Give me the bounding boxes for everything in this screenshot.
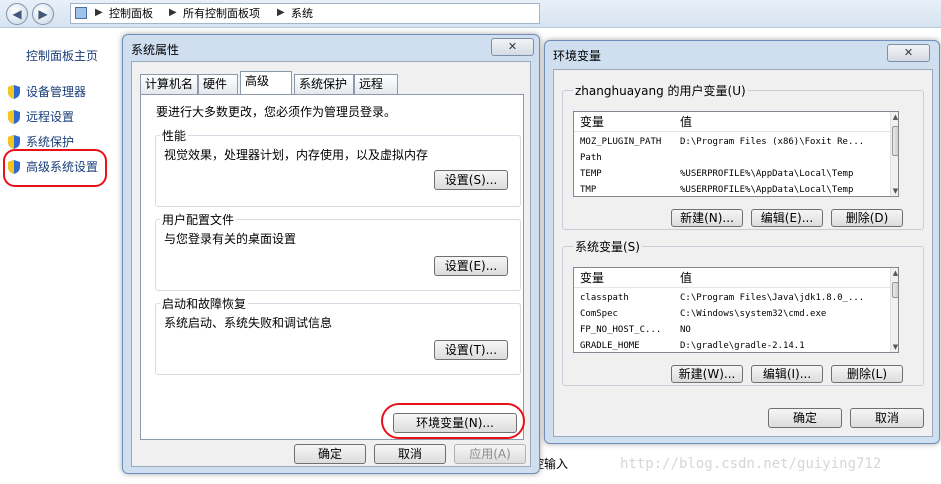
user-vars-list[interactable]: 变量 值 MOZ_PLUGIN_PATH D:\Program Files (x8… <box>573 111 899 197</box>
startup-recovery-title: 启动和故障恢复 <box>160 295 249 312</box>
col-value[interactable]: 值 <box>680 268 692 288</box>
startup-recovery-settings-button[interactable]: 设置(T)... <box>434 340 508 360</box>
table-row[interactable]: FP_NO_HOST_C... NO <box>574 322 890 338</box>
forward-arrow-icon[interactable]: ▶ <box>32 3 54 25</box>
close-button[interactable]: ✕ <box>491 38 534 56</box>
scroll-thumb[interactable] <box>892 126 898 156</box>
breadcrumb-control-panel[interactable]: 控制面板 <box>109 7 153 21</box>
tab-remote[interactable]: 远程 <box>354 74 398 94</box>
system-vars-list[interactable]: 变量 值 classpath C:\Program Files\Java\jdk1… <box>573 267 899 353</box>
performance-group: 性能 视觉效果，处理器计划，内存使用，以及虚拟内存 设置(S)... <box>155 127 521 207</box>
user-vars-scrollbar[interactable]: ▲ ▼ <box>890 112 898 196</box>
system-vars-scrollbar[interactable]: ▲ ▼ <box>890 268 898 352</box>
table-row[interactable]: GRADLE_HOME D:\gradle\gradle-2.14.1 <box>574 338 890 352</box>
scroll-down-icon[interactable]: ▼ <box>891 186 898 196</box>
table-row[interactable]: ComSpec C:\Windows\system32\cmd.exe <box>574 306 890 322</box>
performance-settings-button[interactable]: 设置(S)... <box>434 170 508 190</box>
scroll-up-icon[interactable]: ▲ <box>891 112 898 122</box>
watermark: http://blog.csdn.net/guiying712 <box>620 456 882 472</box>
performance-desc: 视觉效果，处理器计划，内存使用，以及虚拟内存 <box>164 148 429 162</box>
user-profiles-settings-button[interactable]: 设置(E)... <box>434 256 508 276</box>
system-properties-title: 系统属性 <box>131 43 180 57</box>
user-profiles-desc: 与您登录有关的桌面设置 <box>164 232 297 246</box>
system-vars-group: 系统变量(S) 变量 值 classpath C:\Program Files\J… <box>562 238 924 386</box>
user-profiles-group: 用户配置文件 与您登录有关的桌面设置 设置(E)... <box>155 211 521 291</box>
ok-button[interactable]: 确定 <box>294 444 366 464</box>
back-arrow-icon[interactable]: ◀ <box>6 3 28 25</box>
user-vars-title: zhanghuayang 的用户变量(U) <box>573 82 748 99</box>
user-new-button[interactable]: 新建(N)... <box>671 209 743 227</box>
system-protection-link[interactable]: 系统保护 <box>6 133 74 150</box>
col-variable[interactable]: 变量 <box>580 268 604 288</box>
scroll-thumb[interactable] <box>892 282 898 298</box>
shield-icon <box>8 109 20 124</box>
table-row[interactable]: classpath C:\Program Files\Java\jdk1.8.0_… <box>574 290 890 306</box>
env-vars-client: zhanghuayang 的用户变量(U) 变量 值 MOZ_PLUGIN_PA… <box>553 69 933 437</box>
startup-recovery-group: 启动和故障恢复 系统启动、系统失败和调试信息 设置(T)... <box>155 295 521 375</box>
advanced-tab-page: 要进行大多数更改，您必须作为管理员登录。 性能 视觉效果，处理器计划，内存使用，… <box>140 94 525 440</box>
user-profiles-title: 用户配置文件 <box>160 211 237 228</box>
shield-icon <box>8 134 20 149</box>
list-header: 变量 值 <box>574 112 890 132</box>
table-row[interactable]: MOZ_PLUGIN_PATH D:\Program Files (x86)\Fo… <box>574 134 890 150</box>
table-row[interactable]: Path <box>574 150 890 166</box>
scroll-up-icon[interactable]: ▲ <box>891 268 898 278</box>
env-vars-title: 环境变量 <box>553 49 602 63</box>
system-vars-title: 系统变量(S) <box>573 238 642 255</box>
admin-note: 要进行大多数更改，您必须作为管理员登录。 <box>156 105 397 119</box>
col-value[interactable]: 值 <box>680 112 692 132</box>
table-row[interactable]: TMP %USERPROFILE%\AppData\Local\Temp <box>574 182 890 196</box>
cancel-button[interactable]: 取消 <box>850 408 924 428</box>
tab-system-protection[interactable]: 系统保护 <box>294 74 354 94</box>
scroll-down-icon[interactable]: ▼ <box>891 342 898 352</box>
close-icon: ✕ <box>507 40 518 53</box>
list-header: 变量 值 <box>574 268 890 288</box>
system-new-button[interactable]: 新建(W)... <box>671 365 743 383</box>
red-highlight-advanced-settings <box>3 149 107 187</box>
performance-title: 性能 <box>160 127 189 144</box>
close-icon: ✕ <box>903 46 914 59</box>
startup-recovery-desc: 系统启动、系统失败和调试信息 <box>164 316 333 330</box>
system-properties-window: 系统属性 ✕ 计算机名 硬件 高级 系统保护 远程 要进行大多数更改，您必须作为… <box>122 34 540 474</box>
address-bar[interactable]: ▶ 控制面板 ▶ 所有控制面板项 ▶ 系统 <box>70 3 540 24</box>
explorer-left-panel: 控制面板主页 设备管理器 远程设置 系统保护 高级系统设置 <box>0 29 122 484</box>
environment-variables-window: 环境变量 ✕ zhanghuayang 的用户变量(U) 变量 值 MOZ_PL… <box>544 40 940 444</box>
remote-settings-link[interactable]: 远程设置 <box>6 108 74 125</box>
cancel-button[interactable]: 取消 <box>374 444 446 464</box>
close-button[interactable]: ✕ <box>887 44 930 62</box>
tab-hardware[interactable]: 硬件 <box>198 74 238 94</box>
tab-computer-name[interactable]: 计算机名 <box>140 74 198 94</box>
explorer-toolbar: ◀ ▶ ▶ 控制面板 ▶ 所有控制面板项 ▶ 系统 <box>0 0 941 28</box>
tab-strip: 计算机名 硬件 高级 系统保护 远程 <box>140 71 524 96</box>
apply-button[interactable]: 应用(A) <box>454 444 526 464</box>
shield-icon <box>8 84 20 99</box>
device-manager-link[interactable]: 设备管理器 <box>6 83 86 100</box>
breadcrumb-all-items[interactable]: 所有控制面板项 <box>183 7 260 21</box>
user-edit-button[interactable]: 编辑(E)... <box>751 209 823 227</box>
control-panel-icon <box>75 7 87 19</box>
system-properties-client: 计算机名 硬件 高级 系统保护 远程 要进行大多数更改，您必须作为管理员登录。 … <box>131 61 531 467</box>
breadcrumb-system[interactable]: 系统 <box>291 7 313 21</box>
system-delete-button[interactable]: 删除(L) <box>831 365 903 383</box>
red-highlight-env-button <box>381 403 525 439</box>
tab-advanced[interactable]: 高级 <box>240 71 292 94</box>
system-edit-button[interactable]: 编辑(I)... <box>751 365 823 383</box>
ok-button[interactable]: 确定 <box>768 408 842 428</box>
control-panel-home-link[interactable]: 控制面板主页 <box>26 47 98 64</box>
col-variable[interactable]: 变量 <box>580 112 604 132</box>
user-vars-group: zhanghuayang 的用户变量(U) 变量 值 MOZ_PLUGIN_PA… <box>562 82 924 230</box>
table-row[interactable]: TEMP %USERPROFILE%\AppData\Local\Temp <box>574 166 890 182</box>
user-delete-button[interactable]: 删除(D) <box>831 209 903 227</box>
